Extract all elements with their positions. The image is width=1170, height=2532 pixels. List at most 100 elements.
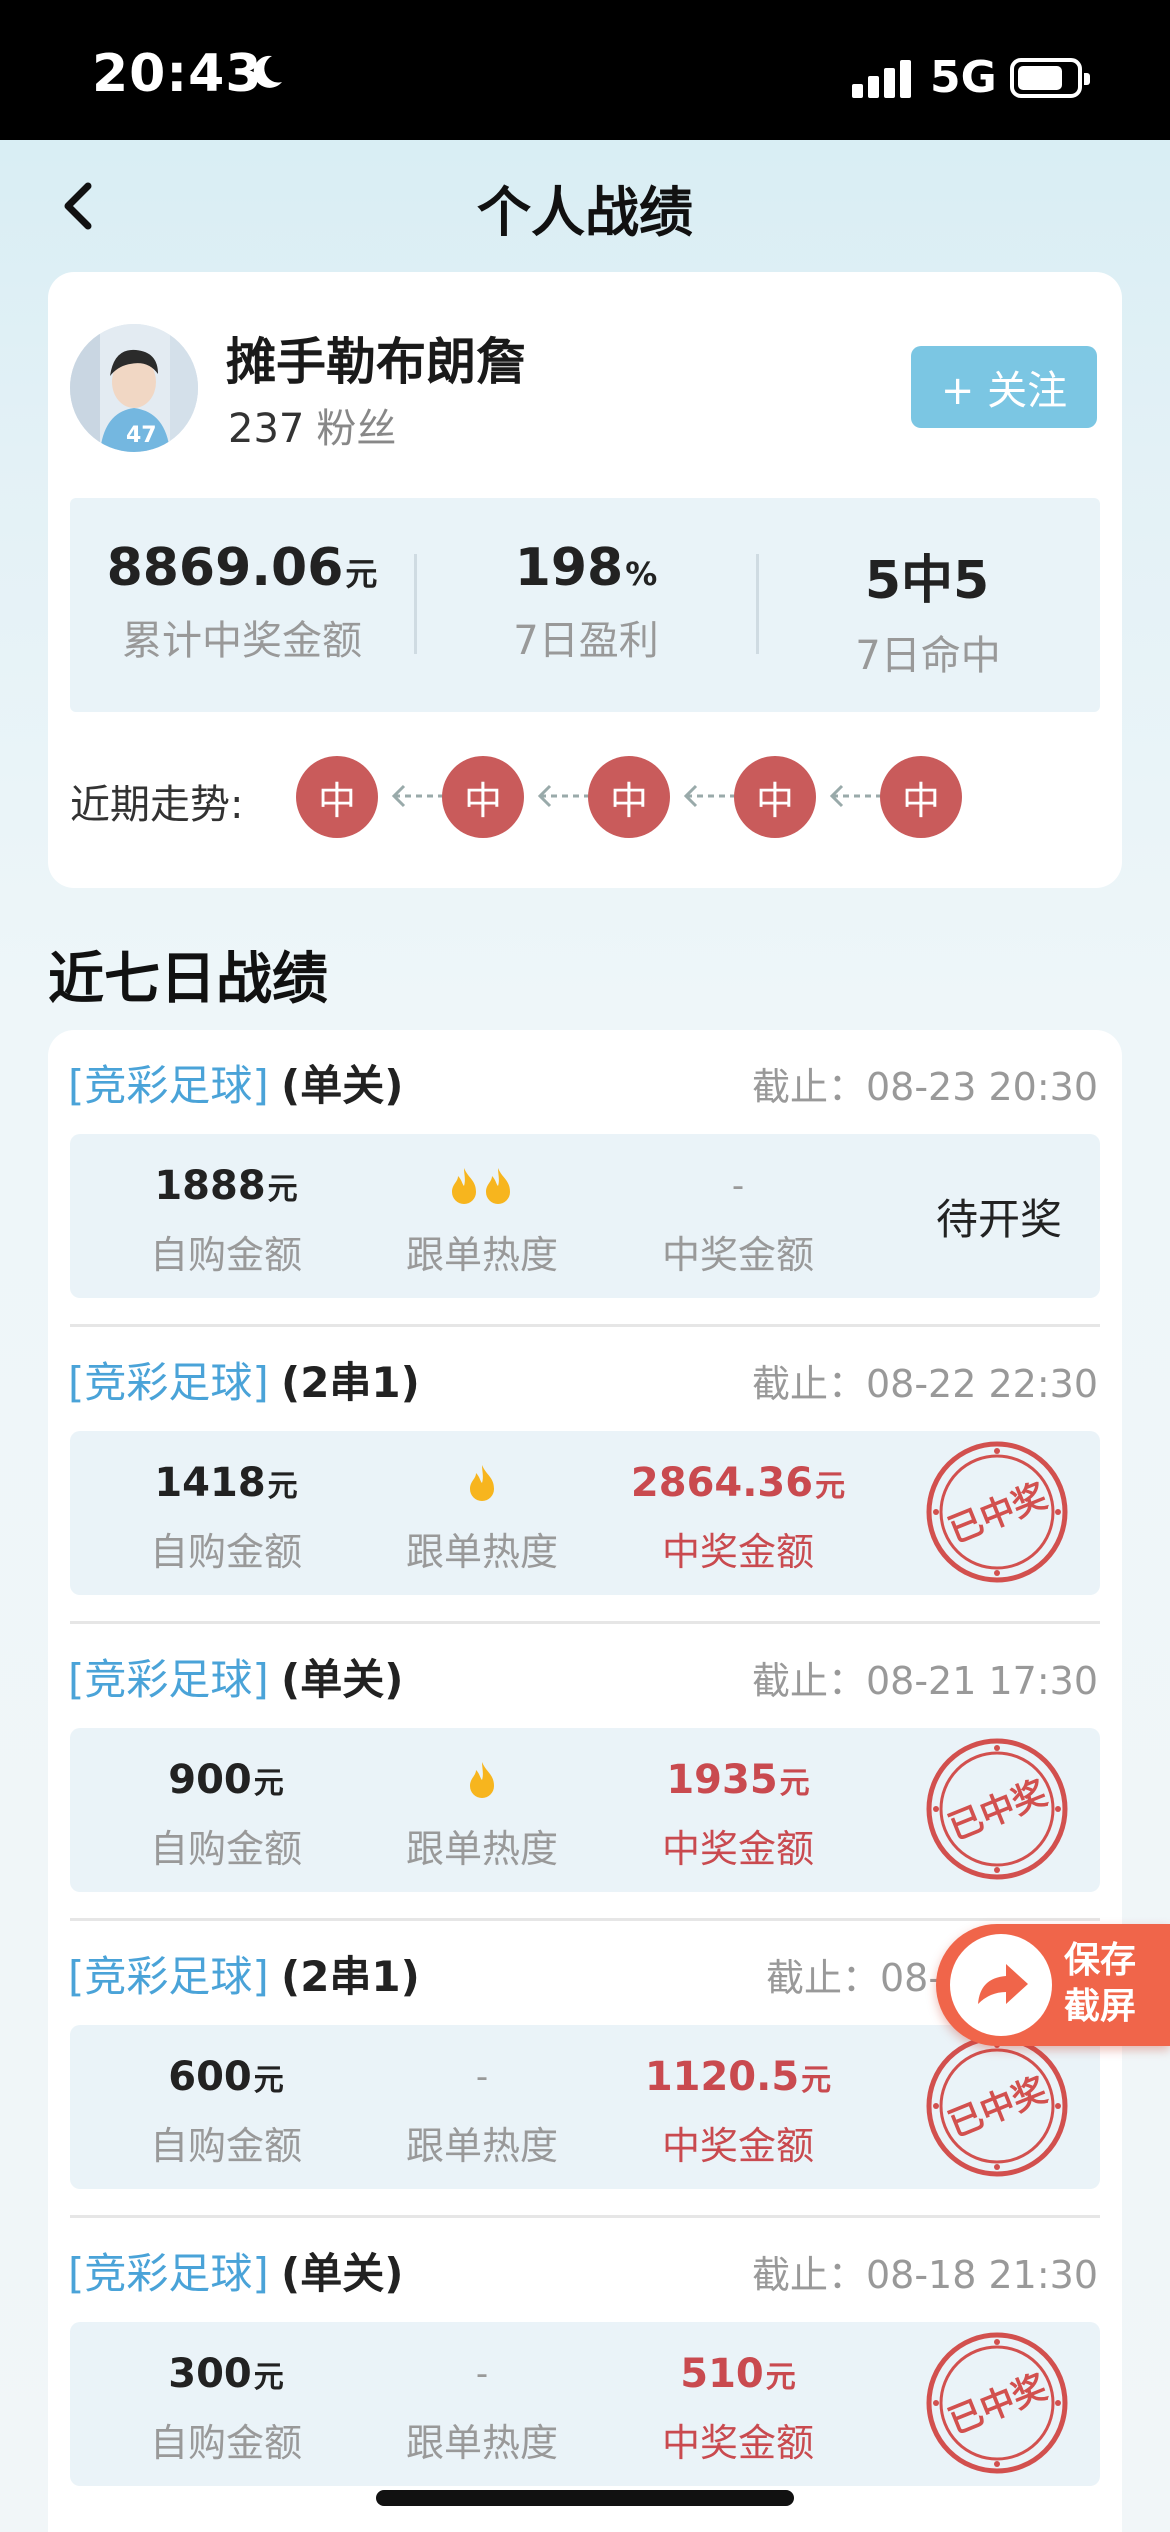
win-label: 中奖金额 <box>661 1827 814 1871</box>
trend-result: 中 <box>734 756 816 838</box>
flame-icon <box>470 1465 494 1501</box>
save-screenshot-button[interactable]: 保存 截屏 <box>936 1924 1170 2046</box>
svg-text:47: 47 <box>126 423 157 448</box>
save-screenshot-label: 保存 截屏 <box>1064 1940 1137 2027</box>
buy-label: 自购金额 <box>149 2421 302 2465</box>
trend-result: 中 <box>296 756 378 838</box>
buy-amount: 600 元 自购金额 <box>106 2049 346 2170</box>
buy-amount: 1888 元 自购金额 <box>106 1158 346 1279</box>
follow-heat: 跟单热度 <box>362 1455 602 1576</box>
moon-icon <box>253 55 282 88</box>
record-deadline: 截止：08-21 17:30 <box>751 1659 1098 1703</box>
status-time: 20:43 <box>92 44 263 104</box>
win-unit: 元 <box>801 2063 832 2098</box>
record-mode: (2串1) <box>281 1358 420 1407</box>
buy-value: 1418 <box>154 1460 266 1506</box>
stat-unit: 元 <box>345 555 378 593</box>
buy-amount: 900 元 自购金额 <box>106 1752 346 1873</box>
share-arrow-icon <box>950 1934 1052 2036</box>
win-value: 510 <box>680 2351 764 2397</box>
win-unit: 元 <box>815 1469 846 1504</box>
buy-label: 自购金额 <box>149 1827 302 1871</box>
stamp-text: 已中奖 <box>943 1476 1053 1551</box>
trend-result: 中 <box>880 756 962 838</box>
avatar[interactable]: 47 <box>70 324 198 452</box>
buy-label: 自购金额 <box>149 1233 302 1277</box>
record-item[interactable]: [竞彩足球] (单关) 截止：08-23 20:30 1888 元 自购金额 跟单… <box>48 1030 1122 1327</box>
record-deadline: 截止：08-18 21:30 <box>751 2253 1098 2297</box>
win-amount: 2864.36 元 中奖金额 <box>618 1455 858 1576</box>
trend-result: 中 <box>442 756 524 838</box>
records-list: [竞彩足球] (单关) 截止：08-23 20:30 1888 元 自购金额 跟单… <box>48 1030 1122 2532</box>
flame-icon <box>470 1762 494 1798</box>
win-amount: 1120.5 元 中奖金额 <box>618 2049 858 2170</box>
win-label: 中奖金额 <box>661 2421 814 2465</box>
win-label: 中奖金额 <box>661 2124 814 2168</box>
follow-button[interactable]: + 关注 <box>911 346 1097 428</box>
heat-label: 跟单热度 <box>405 1530 558 1574</box>
follow-heat: 跟单热度 <box>362 1752 602 1873</box>
buy-value: 1888 <box>154 1163 266 1209</box>
record-type: [竞彩足球] <box>68 1952 269 2001</box>
user-name: 摊手勒布朗詹 <box>226 333 526 391</box>
record-type: [竞彩足球] <box>68 2249 269 2298</box>
network-label: 5G <box>930 52 997 103</box>
record-deadline: 截止：08-23 20:30 <box>751 1065 1098 1109</box>
win-amount: 1935 元 中奖金额 <box>618 1752 858 1873</box>
stat-value: 8869.06 <box>106 538 344 598</box>
record-detail: 600 元 自购金额 - 跟单热度 1120.5 元 中奖金额 已中奖 <box>70 2025 1100 2189</box>
flame-icon <box>452 1168 510 1204</box>
home-indicator[interactable] <box>376 2490 794 2506</box>
heat-empty: - <box>475 2057 489 2097</box>
record-mode: (单关) <box>281 1655 404 1704</box>
trend-result: 中 <box>588 756 670 838</box>
heat-icons <box>362 1158 602 1214</box>
buy-unit: 元 <box>267 1172 298 1207</box>
fans-label: 粉丝 <box>316 406 397 452</box>
stat-unit: % <box>625 555 658 593</box>
record-item[interactable]: [竞彩足球] (2串1) 截止：08-22 22:30 1418 元 自购金额 跟… <box>48 1327 1122 1624</box>
buy-amount: 300 元 自购金额 <box>106 2346 346 2467</box>
record-detail: 1888 元 自购金额 跟单热度 - 中奖金额 待开奖 <box>70 1134 1100 1298</box>
win-amount: 510 元 中奖金额 <box>618 2346 858 2467</box>
status-bar: 20:43 5G <box>0 0 1170 140</box>
buy-amount: 1418 元 自购金额 <box>106 1455 346 1576</box>
winner-stamp: 已中奖 <box>926 2332 1068 2474</box>
record-item[interactable]: [竞彩足球] (单关) 截止：08-18 21:30 300 元 自购金额 - 跟… <box>48 2218 1122 2515</box>
win-value: - <box>731 1166 745 1206</box>
profile-card: 47 摊手勒布朗詹 237 粉丝 + 关注 8869.06元 累计中奖金额 198… <box>48 272 1122 888</box>
arrow-left-icon <box>683 784 738 808</box>
winner-stamp: 已中奖 <box>926 2035 1068 2177</box>
buy-unit: 元 <box>253 1766 284 1801</box>
buy-value: 300 <box>168 2351 252 2397</box>
stat-label: 7日命中 <box>855 633 1001 679</box>
stat-7day-profit: 198% 7日盈利 <box>414 538 758 666</box>
stat-value: 198 <box>514 538 624 598</box>
fans-number: 237 <box>228 406 305 452</box>
stamp-text: 已中奖 <box>943 1773 1053 1848</box>
buy-unit: 元 <box>253 2360 284 2395</box>
avatar-image: 47 <box>70 324 198 452</box>
stat-label: 7日盈利 <box>513 618 659 664</box>
section-title: 近七日战绩 <box>48 947 328 1012</box>
page-title: 个人战绩 <box>477 181 693 244</box>
heat-label: 跟单热度 <box>405 1827 558 1871</box>
stat-total-winnings: 8869.06元 累计中奖金额 <box>70 538 414 666</box>
win-value: 2864.36 <box>630 1460 814 1506</box>
arrow-left-icon <box>537 784 592 808</box>
buy-value: 900 <box>168 1757 252 1803</box>
record-detail: 900 元 自购金额 跟单热度 1935 元 中奖金额 已中奖 <box>70 1728 1100 1892</box>
heat-label: 跟单热度 <box>405 1233 558 1277</box>
win-amount: - 中奖金额 <box>618 1158 858 1279</box>
signal-icon <box>852 60 912 98</box>
stamp-text: 已中奖 <box>943 2070 1053 2145</box>
buy-value: 600 <box>168 2054 252 2100</box>
record-detail: 300 元 自购金额 - 跟单热度 510 元 中奖金额 已中奖 <box>70 2322 1100 2486</box>
heat-label: 跟单热度 <box>405 2124 558 2168</box>
win-unit: 元 <box>765 2360 796 2395</box>
stat-value: 5中5 <box>864 551 990 611</box>
heat-label: 跟单热度 <box>405 2421 558 2465</box>
record-item[interactable]: [竞彩足球] (单关) 截止：08-21 17:30 900 元 自购金额 跟单热… <box>48 1624 1122 1921</box>
win-value: 1935 <box>666 1757 778 1803</box>
win-value: 1120.5 <box>644 2054 800 2100</box>
